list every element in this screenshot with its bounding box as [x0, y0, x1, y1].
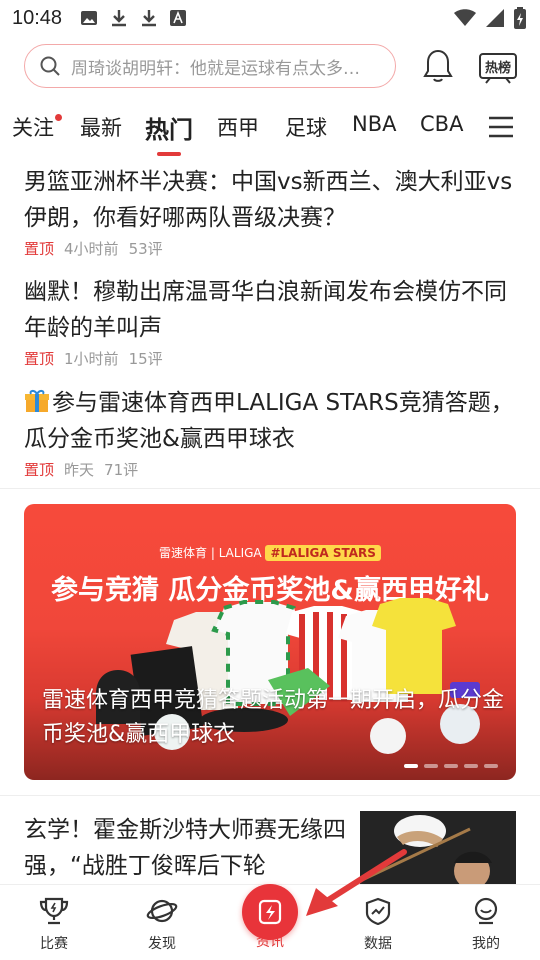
news-title-text: 参与雷速体育西甲LALIGA STARS竞猜答题，瓜分金币奖池&赢西甲球衣	[24, 390, 514, 452]
chart-shield-icon	[365, 897, 391, 926]
profile-icon	[474, 897, 498, 925]
snooker-player-image	[360, 811, 516, 891]
news-time: 1小时前	[64, 350, 119, 368]
nav-data[interactable]: 数据	[338, 897, 418, 953]
news-time: 昨天	[64, 461, 95, 479]
carousel-dot	[424, 764, 438, 768]
trophy-icon	[39, 897, 69, 925]
news-item[interactable]: 男篮亚洲杯半决赛：中国vs新西兰、澳大利亚vs伊朗，你看好哪两队晋级决赛？ 置顶…	[24, 164, 516, 259]
news-item[interactable]: 参与雷速体育西甲LALIGA STARS竞猜答题，瓜分金币奖池&赢西甲球衣 置顶…	[24, 385, 516, 480]
carousel-dot	[484, 764, 498, 768]
nav-label: 比赛	[40, 936, 68, 952]
nav-label: 我的	[472, 936, 500, 952]
battery-icon	[514, 7, 526, 29]
news-thumbnail	[360, 811, 516, 891]
carousel-indicator	[404, 764, 498, 768]
active-tab-indicator	[157, 152, 181, 156]
tab-cba[interactable]: CBA	[420, 112, 463, 136]
status-bar: 10:48	[0, 0, 540, 36]
carousel-dot	[464, 764, 478, 768]
planet-icon	[146, 899, 178, 923]
pinned-badge: 置顶	[24, 240, 55, 258]
news-title: 玄学！霍金斯沙特大师赛无缘四强，“战胜丁俊晖后下轮	[24, 817, 346, 879]
hot-list-label: 热榜	[484, 61, 511, 76]
tab-nba[interactable]: NBA	[352, 112, 396, 136]
news-meta: 置顶 4小时前 53评	[24, 238, 516, 259]
pinned-badge: 置顶	[24, 350, 55, 368]
tab-latest[interactable]: 最新	[80, 112, 122, 142]
font-icon	[170, 10, 187, 26]
news-item[interactable]: 幽默！穆勒出席温哥华白浪新闻发布会模仿不同年龄的羊叫声 置顶 1小时前 15评	[24, 274, 516, 369]
news-comments: 15评	[128, 350, 163, 368]
tab-football[interactable]: 足球	[285, 112, 327, 142]
carousel-dot	[444, 764, 458, 768]
nav-label: 发现	[148, 936, 176, 952]
tab-laliga[interactable]: 西甲	[217, 112, 259, 142]
download-icon	[112, 10, 127, 27]
nav-news[interactable]: 资讯	[230, 884, 310, 951]
tab-follow[interactable]: 关注	[12, 112, 62, 142]
bell-icon[interactable]	[421, 48, 455, 84]
bottom-nav: 比赛 发现 资讯 数据 我的	[0, 884, 540, 960]
nav-matches[interactable]: 比赛	[14, 897, 94, 953]
header-bar: 周琦谈胡明轩：他就是运球有点太多… 热榜	[0, 38, 540, 96]
notification-dot	[55, 114, 62, 121]
nav-discover[interactable]: 发现	[122, 897, 202, 953]
menu-icon[interactable]	[488, 116, 514, 138]
search-placeholder: 周琦谈胡明轩：他就是运球有点太多…	[71, 58, 360, 79]
category-tabs: 关注 最新 热门 西甲 足球 NBA CBA	[0, 106, 540, 158]
tab-hot[interactable]: 热门	[145, 110, 193, 145]
tab-label: 关注	[12, 116, 54, 140]
search-input[interactable]: 周琦谈胡明轩：他就是运球有点太多…	[24, 44, 396, 88]
nav-profile[interactable]: 我的	[446, 897, 526, 953]
divider	[0, 795, 540, 796]
news-time: 4小时前	[64, 240, 119, 258]
search-icon	[40, 56, 60, 76]
news-comments: 53评	[128, 240, 163, 258]
wifi-icon	[454, 9, 476, 26]
news-title: 参与雷速体育西甲LALIGA STARS竞猜答题，瓜分金币奖池&赢西甲球衣	[24, 385, 516, 457]
news-meta: 置顶 昨天 71评	[24, 459, 516, 480]
gallery-icon	[81, 11, 98, 25]
divider	[0, 488, 540, 489]
pinned-badge: 置顶	[24, 461, 55, 479]
signal-icon	[486, 9, 504, 27]
carousel-dot	[404, 764, 418, 768]
nav-label: 数据	[364, 936, 392, 952]
news-title: 幽默！穆勒出席温哥华白浪新闻发布会模仿不同年龄的羊叫声	[24, 279, 507, 341]
news-fab	[242, 884, 298, 940]
news-comments: 71评	[104, 461, 139, 479]
download-icon	[142, 10, 157, 27]
news-title: 男篮亚洲杯半决赛：中国vs新西兰、澳大利亚vs伊朗，你看好哪两队晋级决赛？	[24, 169, 513, 231]
banner-caption: 雷速体育西甲竞猜答题活动第一期开启，瓜分金币奖池&赢西甲球衣	[42, 688, 505, 747]
hot-list-button[interactable]: 热榜	[478, 50, 518, 84]
gift-icon	[25, 390, 49, 412]
news-meta: 置顶 1小时前 15评	[24, 348, 516, 369]
status-time: 10:48	[12, 6, 63, 29]
promo-banner[interactable]: 雷速体育 | LALIGA #LALIGA STARS 参与竞猜 瓜分金币奖池&…	[24, 504, 516, 780]
news-item[interactable]: 玄学！霍金斯沙特大师赛无缘四强，“战胜丁俊晖后下轮	[24, 812, 346, 884]
lightning-icon	[258, 899, 282, 925]
